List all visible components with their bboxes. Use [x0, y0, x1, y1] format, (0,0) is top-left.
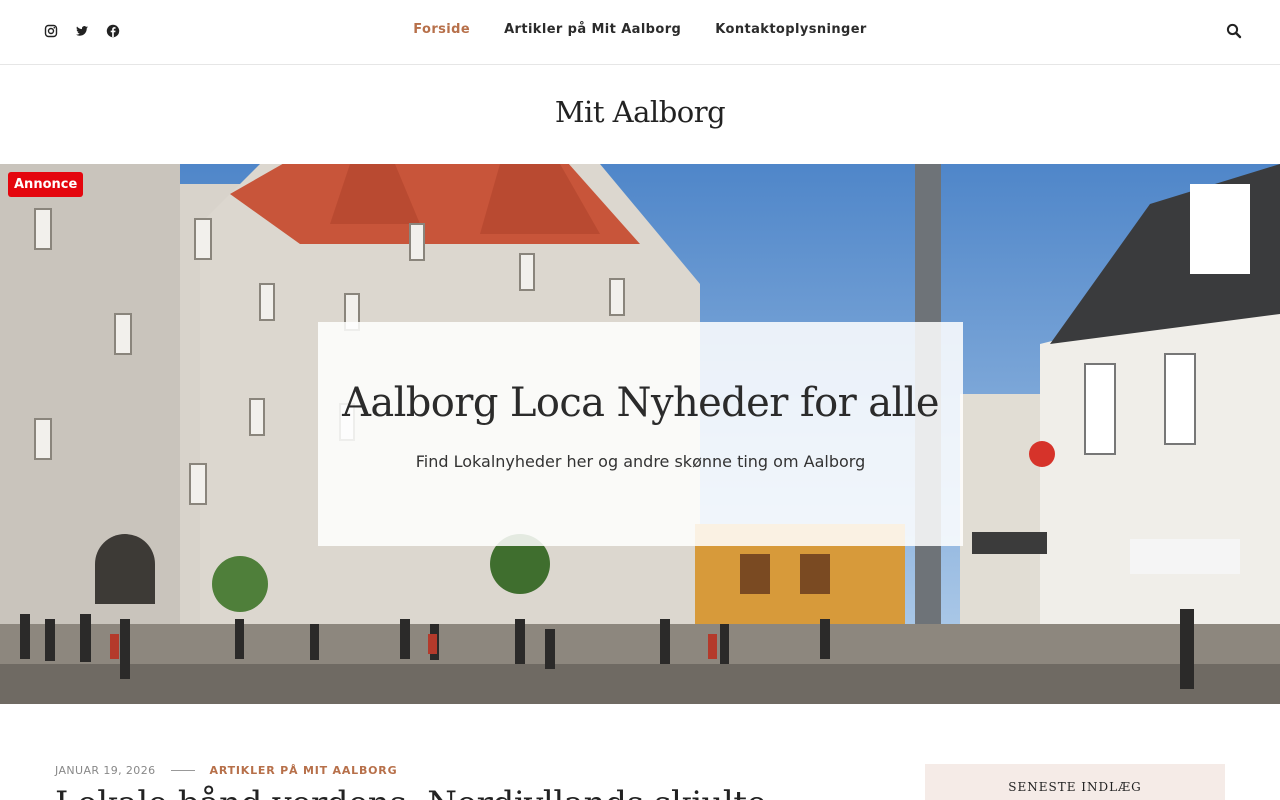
search-icon[interactable] [1226, 23, 1242, 39]
ad-badge[interactable]: Annonce [8, 172, 84, 197]
recent-posts-widget: SENESTE INDLÆG [925, 764, 1225, 800]
widget-title: SENESTE INDLÆG [1008, 780, 1142, 794]
nav-item-forside[interactable]: Forside [413, 22, 470, 37]
hero-card: Aalborg Loca Nyheder for alle Find Lokal… [318, 322, 963, 546]
post-title[interactable]: Lokale bånd verdens, Nordjyllands skjult… [55, 784, 767, 800]
main-nav: Forside Artikler på Mit Aalborg Kontakto… [0, 22, 1280, 37]
post-date: JANUAR 19, 2026 [55, 764, 156, 777]
nav-item-artikler[interactable]: Artikler på Mit Aalborg [504, 22, 681, 37]
site-title[interactable]: Mit Aalborg [0, 95, 1280, 129]
meta-divider [170, 770, 195, 771]
post-category[interactable]: ARTIKLER PÅ MIT AALBORG [210, 764, 398, 777]
hero-subheading: Find Lokalnyheder her og andre skønne ti… [415, 452, 866, 471]
post-meta: JANUAR 19, 2026 ARTIKLER PÅ MIT AALBORG [55, 764, 397, 777]
nav-item-kontakt[interactable]: Kontaktoplysninger [715, 22, 866, 37]
hero-heading: Aalborg Loca Nyheder for alle [342, 380, 939, 426]
top-bar: Forside Artikler på Mit Aalborg Kontakto… [0, 0, 1280, 65]
